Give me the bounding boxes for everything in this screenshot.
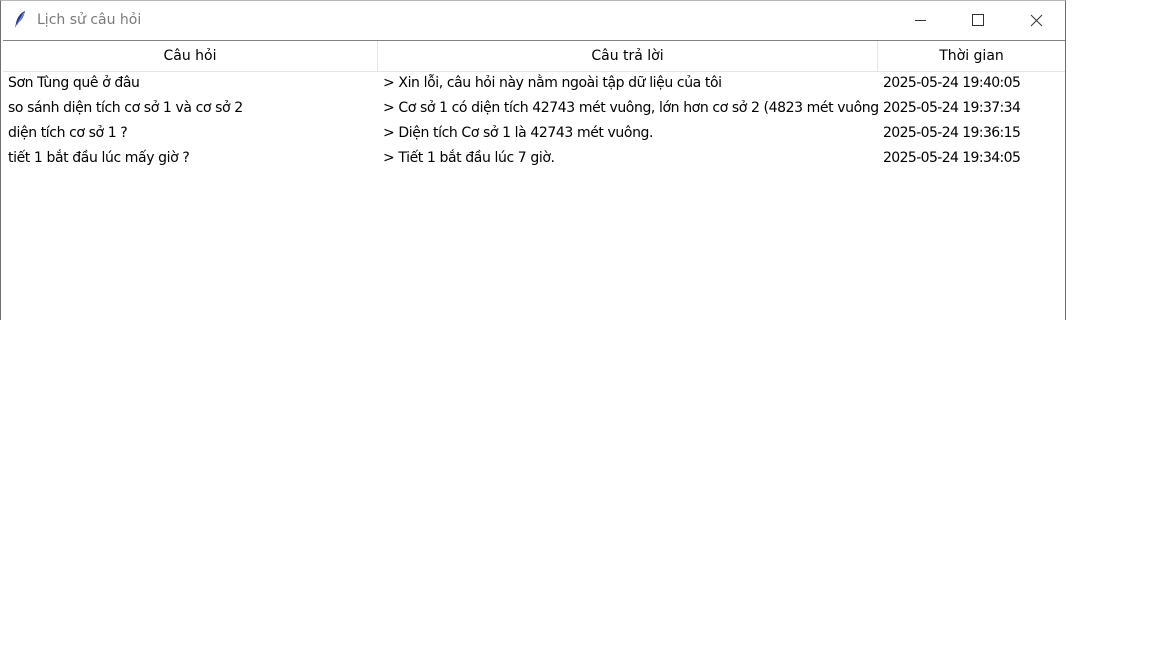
table-row[interactable]: Sơn Tùng quê ở đâu > Xin lỗi, câu hỏi nà… (3, 71, 1065, 96)
close-button[interactable] (1007, 1, 1065, 40)
column-header-question[interactable]: Câu hỏi (3, 41, 378, 71)
minimize-button[interactable] (891, 1, 949, 40)
answer-cell: > Cơ sở 1 có diện tích 42743 mét vuông, … (383, 100, 878, 116)
window-title: Lịch sử câu hỏi (37, 12, 142, 28)
history-window: Lịch sử câu hỏi Câu hỏi Câu trả lời Thời… (0, 0, 1066, 320)
column-header-answer[interactable]: Câu trả lời (378, 41, 878, 71)
table-row[interactable]: so sánh diện tích cơ sở 1 và cơ sở 2 > C… (3, 96, 1065, 121)
table-row[interactable]: diện tích cơ sở 1 ? > Diện tích Cơ sở 1 … (3, 121, 1065, 146)
feather-icon (12, 10, 30, 30)
time-cell: 2025-05-24 19:37:34 (883, 100, 1021, 116)
time-cell: 2025-05-24 19:40:05 (883, 75, 1021, 91)
time-cell: 2025-05-24 19:36:15 (883, 125, 1021, 141)
title-bar[interactable]: Lịch sử câu hỏi (1, 1, 1065, 40)
answer-cell: > Diện tích Cơ sở 1 là 42743 mét vuông. (383, 125, 654, 141)
question-cell: diện tích cơ sở 1 ? (8, 125, 128, 141)
time-cell: 2025-05-24 19:34:05 (883, 150, 1021, 166)
question-cell: so sánh diện tích cơ sở 1 và cơ sở 2 (8, 100, 243, 116)
answer-cell: > Xin lỗi, câu hỏi này nằm ngoài tập dữ … (383, 75, 722, 91)
column-header-time[interactable]: Thời gian (878, 41, 1065, 71)
table-body: Sơn Tùng quê ở đâu > Xin lỗi, câu hỏi nà… (3, 71, 1065, 171)
question-cell: Sơn Tùng quê ở đâu (8, 75, 140, 91)
maximize-button[interactable] (949, 1, 1007, 40)
question-cell: tiết 1 bắt đầu lúc mấy giờ ? (8, 150, 190, 166)
table-header: Câu hỏi Câu trả lời Thời gian (3, 41, 1065, 72)
answer-cell: > Tiết 1 bắt đầu lúc 7 giờ. (383, 150, 555, 166)
history-table[interactable]: Câu hỏi Câu trả lời Thời gian Sơn Tùng q… (3, 40, 1065, 320)
table-row[interactable]: tiết 1 bắt đầu lúc mấy giờ ? > Tiết 1 bắ… (3, 146, 1065, 171)
